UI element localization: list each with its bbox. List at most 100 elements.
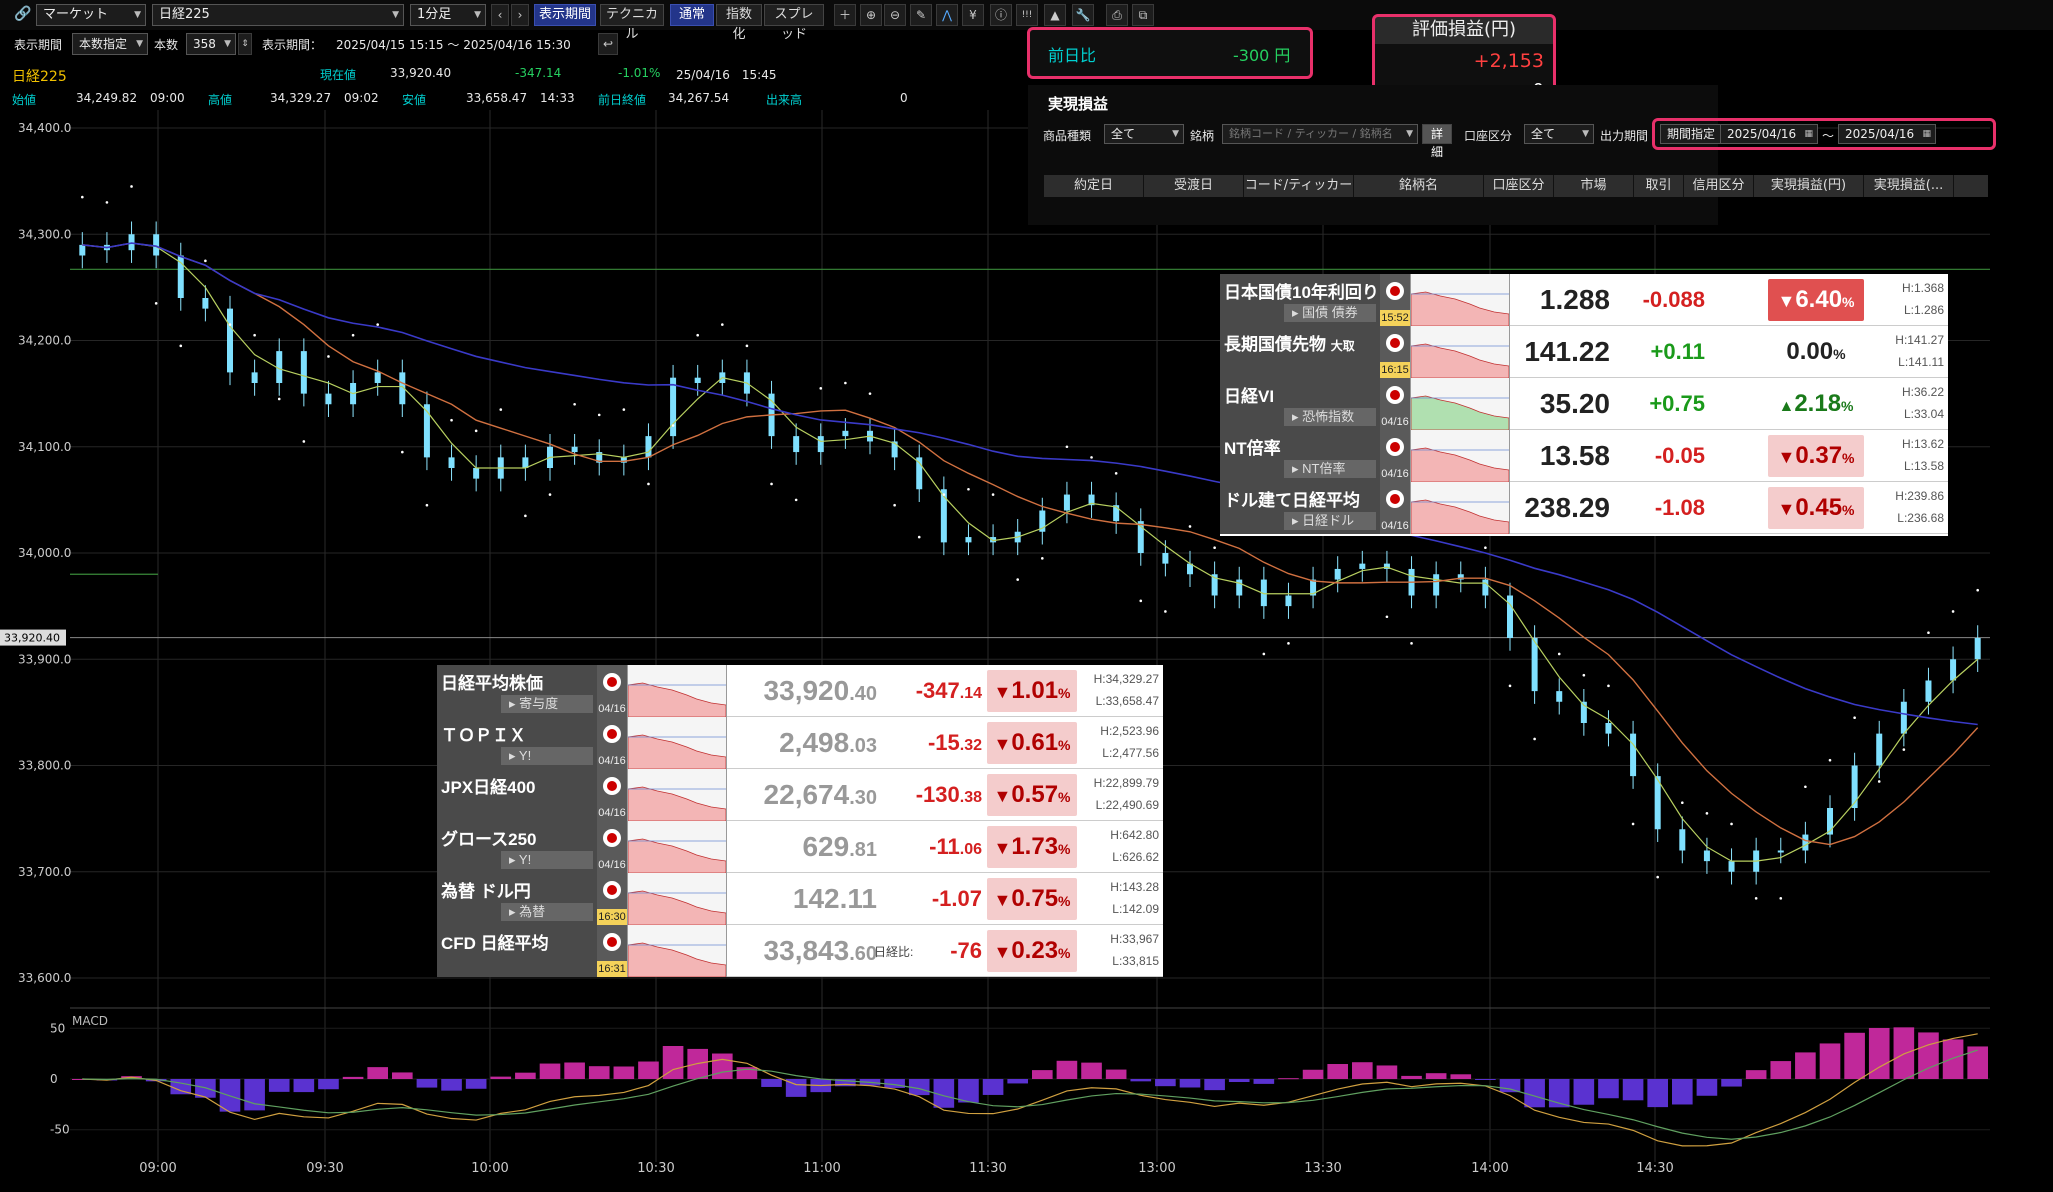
- new-window-icon[interactable]: ⧉: [1132, 4, 1154, 26]
- price-tag-label: 33,920.40: [4, 632, 60, 645]
- pen-icon[interactable]: ✎: [910, 4, 932, 26]
- market-row[interactable]: 日本国債10年利回り ▸ 国債 債券 15:52 1.288 -0.088 ▼6…: [1220, 274, 1948, 326]
- refresh-icon[interactable]: ↩: [598, 33, 618, 55]
- y-tick-label: 33,900.0: [18, 652, 71, 666]
- count-mode-select[interactable]: 本数指定 ▼: [72, 33, 148, 55]
- macd-hist-bar: [293, 1079, 315, 1093]
- market-row[interactable]: 日経平均株価 ▸ 寄与度 04/16 33,920.40 -347.14 ▼1.…: [437, 665, 1163, 717]
- psar-dot: [1582, 673, 1586, 677]
- market-sub-link[interactable]: ▸ 恐怖指数: [1284, 408, 1376, 426]
- next-arrow-icon[interactable]: ›: [511, 4, 529, 26]
- chart-icon[interactable]: ⋀: [936, 4, 958, 26]
- market-sub-link[interactable]: ▸ Y!: [501, 851, 593, 869]
- flag-icon: 16:31: [597, 925, 627, 977]
- index-button[interactable]: 指数化: [716, 4, 762, 42]
- column-header[interactable]: 実現損益(...: [1864, 175, 1954, 197]
- macd-hist-bar: [1475, 1079, 1496, 1080]
- info-icon[interactable]: ⓘ: [990, 4, 1012, 26]
- market-date: 16:15: [1380, 362, 1410, 378]
- market-price: 33,843.60: [763, 935, 877, 966]
- quote-datetime: 25/04/16 15:45: [676, 68, 777, 82]
- psar-dot: [524, 514, 527, 518]
- market-sub-link[interactable]: ▸ NT倍率: [1284, 460, 1376, 478]
- crosshair-icon[interactable]: ＋: [834, 4, 856, 26]
- market-sub-link[interactable]: ▸ 寄与度: [501, 695, 593, 713]
- column-header[interactable]: 実現損益(円): [1754, 175, 1864, 197]
- market-row[interactable]: NT倍率 ▸ NT倍率 04/16 13.58 -0.05 ▼0.37% H:1…: [1220, 430, 1948, 482]
- column-header[interactable]: 約定日: [1044, 175, 1144, 197]
- zoom-in-icon[interactable]: ⊕: [860, 4, 882, 26]
- period-button[interactable]: 表示期間: [534, 4, 596, 26]
- area-chart-icon[interactable]: ▲: [1044, 4, 1066, 26]
- market-row[interactable]: ドル建て日経平均 ▸ 日経ドル 04/16 238.29 -1.08 ▼0.45…: [1220, 482, 1948, 534]
- market-low: L:141.11: [1898, 355, 1944, 369]
- column-header[interactable]: 受渡日: [1144, 175, 1244, 197]
- column-header[interactable]: 銘柄名: [1354, 175, 1484, 197]
- candle-body: [1556, 691, 1563, 702]
- account-select[interactable]: 全て ▼: [1524, 124, 1594, 144]
- macd-hist-bar: [1155, 1079, 1176, 1087]
- market-row[interactable]: CFD 日経平均 16:31 33,843.60 日経比: -76 ▼0.23%…: [437, 925, 1163, 977]
- column-header[interactable]: 市場: [1554, 175, 1634, 197]
- price-chart[interactable]: 09:00 09:30 10:00 10:30 11:00 11:30 13:00 13:30…: [0, 110, 2053, 1192]
- macd-hist-bar: [1942, 1039, 1964, 1079]
- yen-icon[interactable]: ¥: [962, 4, 984, 26]
- market-select[interactable]: マーケット ▼: [36, 4, 146, 26]
- technical-button[interactable]: テクニカル: [600, 4, 664, 42]
- market-sub-link[interactable]: ▸ Y!: [501, 747, 593, 765]
- zoom-out-icon[interactable]: ⊖: [884, 4, 906, 26]
- interval-select[interactable]: 1分足 ▼: [410, 4, 486, 26]
- spread-button[interactable]: スプレッド: [764, 4, 824, 42]
- volume-label: 出来高: [766, 93, 803, 107]
- link-icon[interactable]: 🔗: [14, 6, 31, 22]
- market-sub-link[interactable]: ▸ 日経ドル: [1284, 512, 1376, 530]
- psar-dot: [1016, 578, 1019, 581]
- market-low: L:33,815: [1112, 954, 1159, 968]
- macd-signal-line: [82, 1049, 1978, 1140]
- market-panel-upper: 日本国債10年利回り ▸ 国債 債券 15:52 1.288 -0.088 ▼6…: [1220, 274, 1948, 536]
- count-input[interactable]: 358 ▼: [186, 33, 236, 55]
- normal-button[interactable]: 通常: [670, 4, 714, 26]
- market-date: 04/16: [598, 755, 626, 767]
- prev-arrow-icon[interactable]: ‹: [491, 4, 509, 26]
- symbol-label: 銘柄: [1190, 129, 1215, 143]
- alert-icon[interactable]: !!!: [1016, 4, 1038, 26]
- detail-button[interactable]: 詳細: [1422, 124, 1452, 159]
- market-row[interactable]: JPX日経400 04/16 22,674.30 -130.38 ▼0.57% …: [437, 769, 1163, 821]
- market-row[interactable]: ＴＯＰＩＸ ▸ Y! 04/16 2,498.03 -15.32 ▼0.61% …: [437, 717, 1163, 769]
- column-header[interactable]: 信用区分: [1684, 175, 1754, 197]
- macd-hist-bar: [1204, 1079, 1225, 1091]
- count-stepper[interactable]: ⇕: [238, 33, 252, 55]
- y-tick-label: 34,100.0: [18, 440, 71, 454]
- change-pct: -1.01%: [618, 66, 661, 80]
- market-row[interactable]: 長期国債先物 大取 16:15 141.22 +0.11 0.00% H:141…: [1220, 326, 1948, 378]
- symbol-select[interactable]: 日経225 ▼: [152, 4, 404, 26]
- market-high: H:642.80: [1110, 828, 1159, 842]
- market-row[interactable]: 日経VI ▸ 恐怖指数 04/16 35.20 +0.75 ▲2.18% H:3…: [1220, 378, 1948, 430]
- column-header[interactable]: 取引: [1634, 175, 1684, 197]
- candle-body: [793, 436, 800, 453]
- macd-hist-bar: [416, 1079, 438, 1088]
- market-sub-link[interactable]: ▸ 為替: [501, 903, 593, 921]
- candle-body: [325, 393, 332, 405]
- symbol-search-input[interactable]: 銘柄コード / ティッカー / 銘柄名 ▼: [1222, 124, 1418, 144]
- market-row[interactable]: グロース250 ▸ Y! 04/16 629.81 -11.06 ▼1.73% …: [437, 821, 1163, 873]
- wrench-icon[interactable]: 🔧: [1072, 4, 1094, 26]
- market-sub-link[interactable]: ▸ 国債 債券: [1284, 304, 1376, 322]
- market-suffix: 大取: [1330, 339, 1355, 353]
- product-select[interactable]: 全て ▼: [1104, 124, 1184, 144]
- market-pct: ▼0.37%: [1768, 435, 1864, 477]
- market-high: H:1.368: [1901, 281, 1944, 295]
- macd-hist-bar: [1622, 1079, 1644, 1101]
- candle-body: [1974, 638, 1981, 660]
- print-icon[interactable]: ⎙: [1106, 4, 1128, 26]
- market-change: +0.75: [1649, 391, 1705, 416]
- column-header[interactable]: 口座区分: [1484, 175, 1554, 197]
- open-time: 09:00: [150, 91, 185, 105]
- psar-dot: [967, 487, 970, 491]
- psar-dot: [671, 424, 675, 427]
- column-header[interactable]: コード/ティッカー: [1244, 175, 1354, 197]
- output-period-label: 出力期間: [1600, 129, 1649, 143]
- macd-hist-bar: [1302, 1069, 1324, 1079]
- market-row[interactable]: 為替 ドル円 ▸ 為替 16:30 142.11 -1.07 ▼0.75% H:…: [437, 873, 1163, 925]
